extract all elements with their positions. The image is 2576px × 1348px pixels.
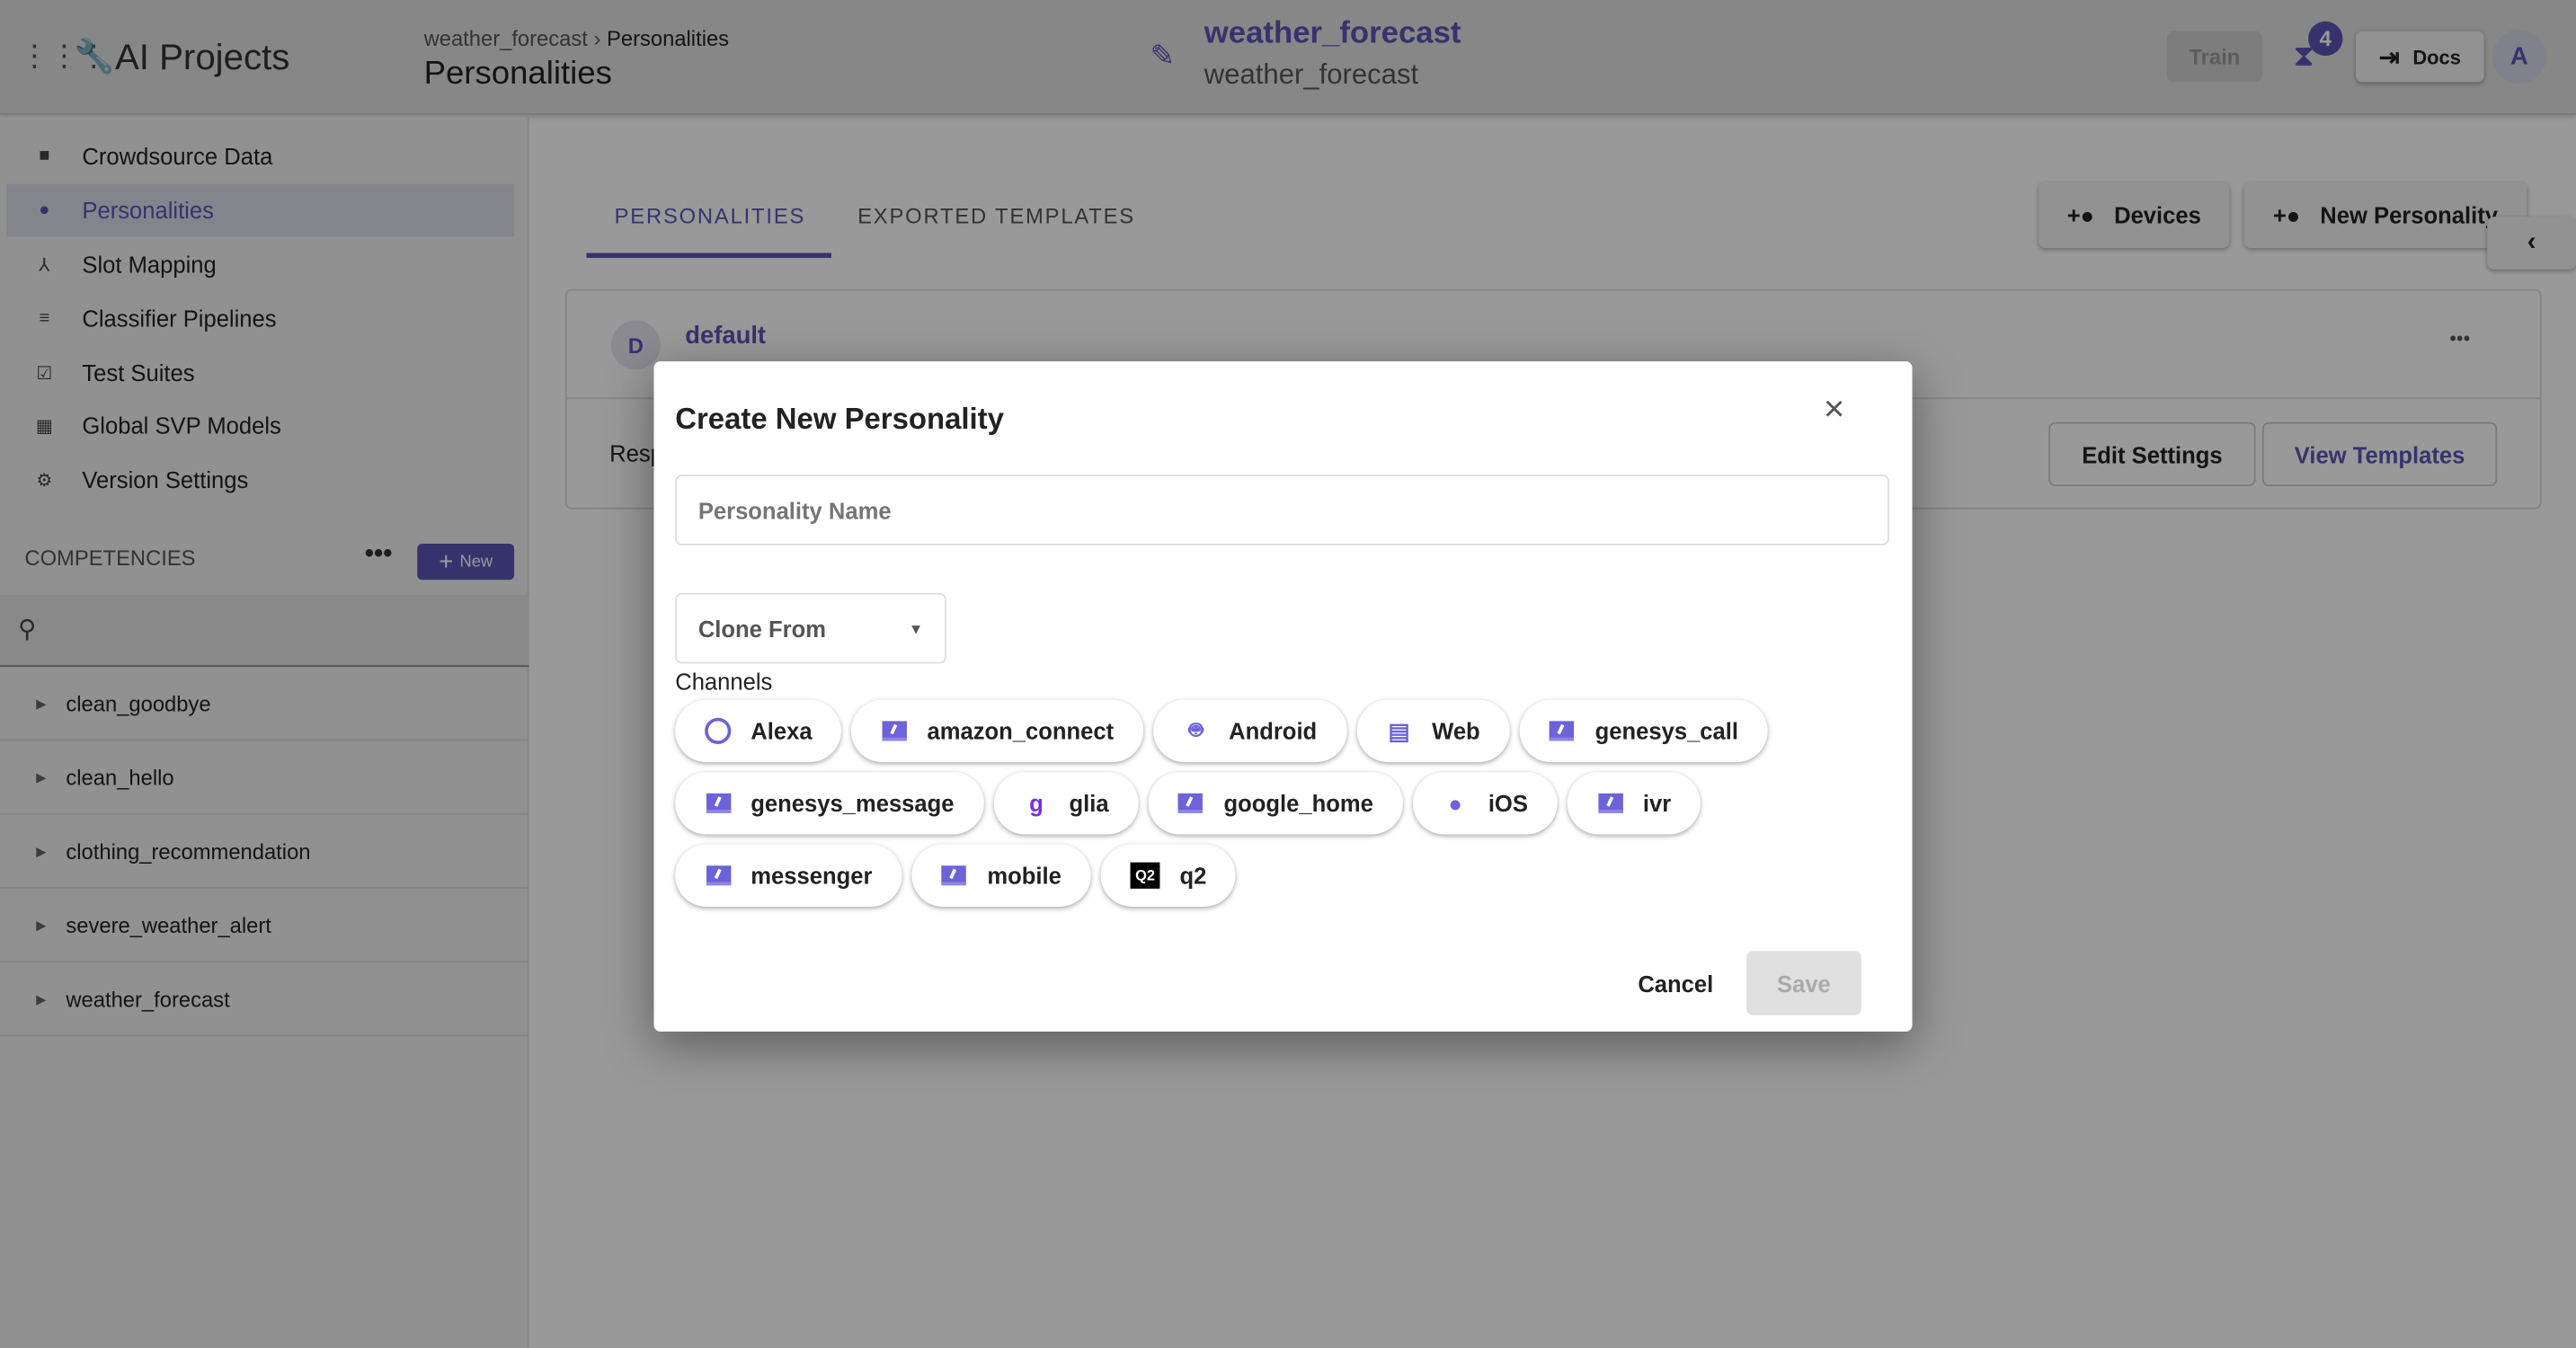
- chip-label: Alexa: [751, 717, 813, 744]
- laptop-icon: [1177, 790, 1204, 816]
- chip-label: messenger: [751, 862, 873, 889]
- chip-label: glia: [1069, 790, 1109, 817]
- chip-label: mobile: [987, 862, 1061, 889]
- channel-chip-web[interactable]: ▤ Web: [1356, 699, 1510, 763]
- chip-label: amazon_connect: [927, 717, 1115, 744]
- channel-chip-alexa[interactable]: Alexa: [675, 699, 842, 763]
- channel-chip-android[interactable]: 🤖︎ Android: [1153, 699, 1347, 763]
- laptop-icon: [1597, 790, 1623, 816]
- channels-label: Channels: [675, 668, 773, 696]
- close-icon[interactable]: ×: [1824, 387, 1845, 430]
- channel-chip-google-home[interactable]: google_home: [1148, 772, 1403, 835]
- channel-chip-glia[interactable]: g glia: [993, 772, 1139, 835]
- apple-icon: ●: [1448, 790, 1462, 817]
- clone-from-label: Clone From: [697, 615, 826, 642]
- android-icon: 🤖︎: [1188, 715, 1204, 743]
- cancel-button[interactable]: Cancel: [1638, 971, 1713, 997]
- channel-chip-ivr[interactable]: ivr: [1567, 772, 1701, 835]
- personality-name-input[interactable]: [675, 474, 1889, 545]
- clone-from-select[interactable]: Clone From ▼: [675, 592, 946, 664]
- channel-chip-genesys-call[interactable]: genesys_call: [1519, 699, 1768, 763]
- channel-chip-messenger[interactable]: messenger: [675, 844, 902, 907]
- laptop-icon: [881, 718, 907, 744]
- channel-chip-mobile[interactable]: mobile: [911, 844, 1091, 907]
- dialog-title: Create New Personality: [675, 402, 1004, 436]
- channel-chip-ios[interactable]: ● iOS: [1412, 772, 1558, 835]
- save-button[interactable]: Save: [1745, 951, 1861, 1015]
- web-icon: ▤: [1388, 716, 1410, 744]
- laptop-icon: [705, 790, 731, 816]
- chip-label: google_home: [1223, 790, 1373, 817]
- channel-chip-genesys-message[interactable]: genesys_message: [675, 772, 984, 835]
- chip-label: genesys_call: [1594, 717, 1738, 744]
- laptop-icon: [705, 863, 731, 889]
- chip-label: Android: [1229, 717, 1318, 744]
- glia-icon: g: [1029, 790, 1044, 817]
- alexa-icon: [705, 717, 732, 744]
- chip-label: q2: [1179, 862, 1207, 889]
- channel-chips: Alexa amazon_connect 🤖︎ Android ▤ Web gene…: [675, 699, 1825, 917]
- laptop-icon: [1549, 718, 1575, 744]
- channel-chip-amazon-connect[interactable]: amazon_connect: [851, 699, 1144, 763]
- caret-down-icon: ▼: [908, 619, 924, 637]
- chip-label: genesys_message: [751, 790, 955, 817]
- chip-label: iOS: [1488, 790, 1528, 817]
- channel-chip-q2[interactable]: Q2 q2: [1100, 844, 1237, 907]
- q2-logo-icon: Q2: [1130, 862, 1160, 889]
- create-personality-dialog: Create New Personality × Clone From ▼ Cha…: [653, 361, 1913, 1032]
- chip-label: Web: [1432, 717, 1480, 744]
- chip-label: ivr: [1642, 790, 1672, 817]
- laptop-icon: [941, 863, 967, 889]
